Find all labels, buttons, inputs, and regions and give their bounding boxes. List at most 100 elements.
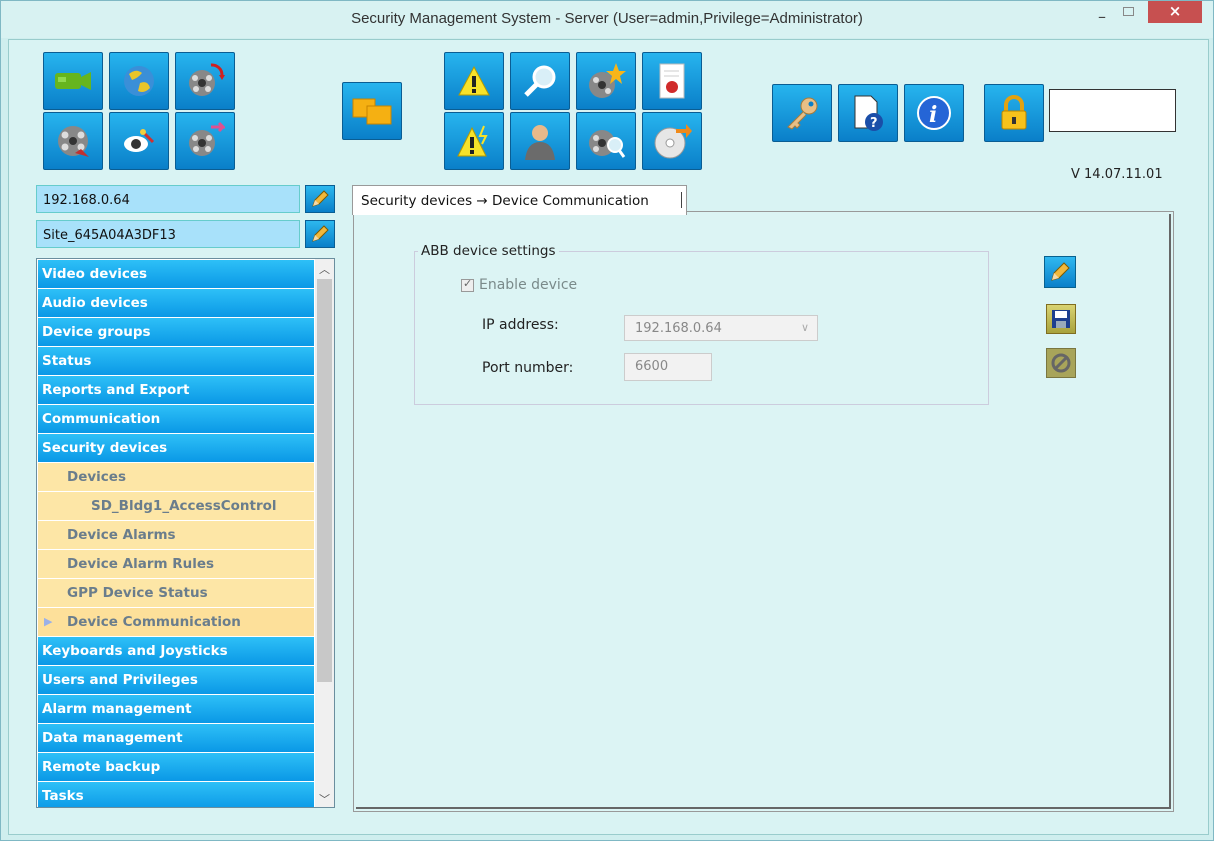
enable-device-label: Enable device <box>479 277 578 293</box>
checkbox-icon <box>461 277 474 292</box>
nav-item-communication[interactable]: Communication <box>38 405 314 433</box>
svg-text:i: i <box>929 102 937 128</box>
disc-export-icon <box>654 124 692 159</box>
scroll-thumb[interactable] <box>317 279 332 682</box>
nav-item-users[interactable]: Users and Privileges <box>38 666 314 694</box>
help-doc-icon: ? <box>854 95 883 131</box>
favorites-toolbar-button[interactable] <box>576 52 636 110</box>
nav-item-alarm-management[interactable]: Alarm management <box>38 695 314 723</box>
playback-toolbar-button[interactable] <box>43 112 103 170</box>
nav-subitem-devices[interactable]: Devices <box>38 463 314 491</box>
film-send-toolbar-button[interactable] <box>175 112 235 170</box>
content-panel: ABB device settings Enable device IP add… <box>353 211 1174 812</box>
nav-scrollbar[interactable]: ︿ ﹀ <box>315 259 334 807</box>
app-window: Security Management System - Server (Use… <box>0 0 1214 841</box>
enable-device-checkbox[interactable]: Enable device <box>461 277 577 293</box>
navigation-tree: Video devices Audio devices Device group… <box>36 258 335 808</box>
nav-item-keyboards[interactable]: Keyboards and Joysticks <box>38 637 314 665</box>
tab-device-communication[interactable]: Security devices → Device Communication <box>352 185 687 215</box>
nav-subitem-gpp-status[interactable]: GPP Device Status <box>38 579 314 607</box>
lock-toolbar-button[interactable] <box>984 84 1044 142</box>
eye-icon <box>124 128 155 152</box>
pencil-icon <box>312 190 329 207</box>
cancel-icon <box>1051 353 1071 373</box>
ip-address-select[interactable]: 192.168.0.64 ∨ <box>624 315 818 341</box>
ip-address-label: IP address: <box>482 317 559 333</box>
pencil-icon <box>312 225 329 242</box>
nav-subitem-label: Device Communication <box>67 614 241 630</box>
alarm-toolbar-button[interactable] <box>444 52 504 110</box>
license-toolbar-button[interactable] <box>772 84 832 142</box>
film-refresh-icon <box>189 63 225 96</box>
nav-subitem-alarm-rules[interactable]: Device Alarm Rules <box>38 550 314 578</box>
search-toolbar-button[interactable] <box>510 52 570 110</box>
nav-item-remote-backup[interactable]: Remote backup <box>38 753 314 781</box>
nav-item-video-devices[interactable]: Video devices <box>38 260 314 288</box>
chevron-down-icon: ∨ <box>800 321 809 334</box>
video-toolbar-button[interactable] <box>43 52 103 110</box>
window-title: Security Management System - Server (Use… <box>351 10 863 27</box>
maximize-button[interactable] <box>1118 7 1138 29</box>
film-reel-icon <box>58 126 89 157</box>
user-icon <box>525 125 555 160</box>
ip-address-value: 192.168.0.64 <box>635 321 722 336</box>
film-search-toolbar-button[interactable] <box>576 112 636 170</box>
nav-subitem-device-communication[interactable]: ▶ Device Communication <box>38 608 314 636</box>
globe-toolbar-button[interactable] <box>109 52 169 110</box>
film-refresh-toolbar-button[interactable] <box>175 52 235 110</box>
client-area: ? i V 14.07.11.01 192.168.0.64 Site_645A… <box>8 39 1209 835</box>
report-toolbar-button[interactable] <box>642 52 702 110</box>
disc-export-toolbar-button[interactable] <box>642 112 702 170</box>
floppy-disk-icon <box>1052 310 1070 328</box>
nav-item-data-management[interactable]: Data management <box>38 724 314 752</box>
selected-arrow-icon: ▶ <box>44 615 53 628</box>
edit-server-button[interactable] <box>305 185 335 213</box>
camera-icon <box>55 72 91 90</box>
pencil-icon <box>1051 262 1070 281</box>
lock-icon <box>1001 95 1027 130</box>
windows-toolbar-button[interactable] <box>342 82 402 140</box>
minimize-button[interactable]: – <box>1092 7 1112 29</box>
save-button[interactable] <box>1046 304 1076 334</box>
scroll-down-icon[interactable]: ﹀ <box>319 791 330 807</box>
warning-flash-icon <box>457 125 488 157</box>
alarm-flash-toolbar-button[interactable] <box>444 112 504 170</box>
search-icon <box>524 65 556 97</box>
windows-icon <box>352 98 392 125</box>
nav-item-device-groups[interactable]: Device groups <box>38 318 314 346</box>
nav-item-security-devices[interactable]: Security devices <box>38 434 314 462</box>
info-toolbar-button[interactable]: i <box>904 84 964 142</box>
nav-subitem-device-alarms[interactable]: Device Alarms <box>38 521 314 549</box>
warning-icon <box>458 65 490 96</box>
site-name-field: Site_645A04A3DF13 <box>36 220 300 248</box>
nav-item-status[interactable]: Status <box>38 347 314 375</box>
edit-button[interactable] <box>1044 256 1076 288</box>
port-number-field[interactable]: 6600 <box>624 353 712 381</box>
film-search-icon <box>589 130 626 158</box>
login-display-field[interactable] <box>1049 89 1176 132</box>
help-toolbar-button[interactable]: ? <box>838 84 898 142</box>
film-star-icon <box>589 63 626 98</box>
key-icon <box>787 97 818 130</box>
server-ip-field: 192.168.0.64 <box>36 185 300 213</box>
nav-subitem-sd-bldg1[interactable]: SD_Bldg1_AccessControl <box>38 492 314 520</box>
maximize-icon <box>1122 7 1134 16</box>
group-title: ABB device settings <box>418 243 559 259</box>
edit-site-button[interactable] <box>305 220 335 248</box>
port-number-value: 6600 <box>635 359 669 374</box>
user-toolbar-button[interactable] <box>510 112 570 170</box>
eye-toolbar-button[interactable] <box>109 112 169 170</box>
svg-text:?: ? <box>870 116 878 131</box>
nav-item-reports-export[interactable]: Reports and Export <box>38 376 314 404</box>
version-label: V 14.07.11.01 <box>1071 167 1163 182</box>
title-bar: Security Management System - Server (Use… <box>1 1 1213 38</box>
film-send-icon <box>189 121 225 156</box>
globe-icon <box>124 66 154 96</box>
close-button[interactable]: × <box>1148 1 1202 23</box>
scroll-up-icon[interactable]: ︿ <box>319 261 330 277</box>
report-icon <box>659 63 685 99</box>
info-icon: i <box>917 96 951 130</box>
nav-item-tasks[interactable]: Tasks <box>38 782 314 807</box>
cancel-button[interactable] <box>1046 348 1076 378</box>
nav-item-audio-devices[interactable]: Audio devices <box>38 289 314 317</box>
